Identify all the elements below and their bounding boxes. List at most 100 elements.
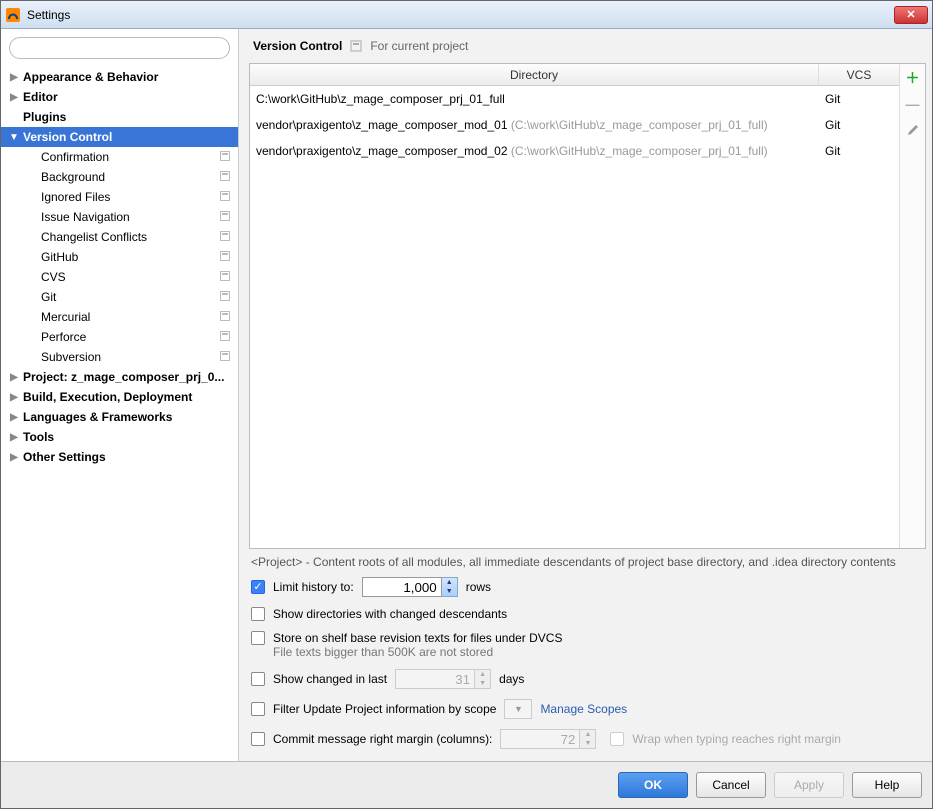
search-input[interactable] <box>9 37 230 59</box>
tree-item-label: Version Control <box>23 130 112 144</box>
tree-item[interactable]: CVS <box>1 267 238 287</box>
tree-item-label: CVS <box>41 270 66 284</box>
tree-item[interactable]: GitHub <box>1 247 238 267</box>
edit-icon[interactable] <box>905 122 921 138</box>
titlebar: Settings ✕ <box>1 1 932 29</box>
tree-item-label: GitHub <box>41 250 78 264</box>
tree-item[interactable]: Perforce <box>1 327 238 347</box>
store-shelf-subnote: File texts bigger than 500K are not stor… <box>273 645 924 659</box>
show-changed-label-pre: Show changed in last <box>273 672 387 686</box>
chevron-icon: ▶ <box>9 92 19 103</box>
scope-icon <box>350 40 362 52</box>
tree-item[interactable]: Background <box>1 167 238 187</box>
vcs-table: Directory VCS C:\work\GitHub\z_mage_comp… <box>249 63 926 549</box>
store-shelf-label: Store on shelf base revision texts for f… <box>273 631 562 645</box>
tree-item[interactable]: ▶Editor <box>1 87 238 107</box>
limit-history-checkbox[interactable] <box>251 580 265 594</box>
app-icon <box>5 7 21 23</box>
cell-vcs: Git <box>819 118 899 132</box>
tree-item-label: Changelist Conflicts <box>41 230 147 244</box>
tree-item-label: Perforce <box>41 330 86 344</box>
show-changed-checkbox[interactable] <box>251 672 265 686</box>
scope-mini-icon <box>220 151 230 164</box>
table-row[interactable]: vendor\praxigento\z_mage_composer_mod_01… <box>250 112 899 138</box>
show-changed-spinner: ▲▼ <box>475 669 491 689</box>
scope-mini-icon <box>220 311 230 324</box>
filter-scope-checkbox[interactable] <box>251 702 265 716</box>
tree-item-label: Project: z_mage_composer_prj_0... <box>23 370 224 384</box>
tree-item-label: Other Settings <box>23 450 106 464</box>
tree-item[interactable]: Issue Navigation <box>1 207 238 227</box>
scope-dropdown: ▼ <box>504 699 532 719</box>
tree-item-label: Subversion <box>41 350 101 364</box>
tree-item[interactable]: ▶Project: z_mage_composer_prj_0... <box>1 367 238 387</box>
tree-item[interactable]: Confirmation <box>1 147 238 167</box>
chevron-icon: ▶ <box>9 452 19 463</box>
help-button[interactable]: Help <box>852 772 922 798</box>
scope-mini-icon <box>220 211 230 224</box>
settings-tree: ▶Appearance & Behavior▶Editor Plugins ▼ Ver… <box>1 67 238 761</box>
remove-icon[interactable]: — <box>905 96 921 112</box>
tree-item-label: Background <box>41 170 105 184</box>
show-changed-input <box>395 669 475 689</box>
chevron-icon: ▶ <box>9 412 19 423</box>
limit-history-label-post: rows <box>466 580 491 594</box>
wrap-label: Wrap when typing reaches right margin <box>632 732 841 746</box>
commit-margin-label: Commit message right margin (columns): <box>273 732 492 746</box>
tree-item-label: Git <box>41 290 56 304</box>
ok-button[interactable]: OK <box>618 772 688 798</box>
scope-mini-icon <box>220 231 230 244</box>
commit-margin-checkbox[interactable] <box>251 732 265 746</box>
tree-item[interactable]: ▶Tools <box>1 427 238 447</box>
project-note: <Project> - Content roots of all modules… <box>249 549 926 577</box>
tree-item[interactable]: ▶ Languages & Frameworks <box>1 407 238 427</box>
scope-mini-icon <box>220 191 230 204</box>
limit-history-spinner[interactable]: ▲▼ <box>442 577 458 597</box>
table-row[interactable]: C:\work\GitHub\z_mage_composer_prj_01_fu… <box>250 86 899 112</box>
cell-vcs: Git <box>819 92 899 106</box>
store-shelf-checkbox[interactable] <box>251 631 265 645</box>
tree-item-label: Confirmation <box>41 150 109 164</box>
manage-scopes-link[interactable]: Manage Scopes <box>540 702 627 716</box>
close-button[interactable]: ✕ <box>894 6 928 24</box>
dialog-footer: OK Cancel Apply Help <box>1 761 932 808</box>
tree-item[interactable]: Ignored Files <box>1 187 238 207</box>
commit-margin-spinner: ▲▼ <box>580 729 596 749</box>
tree-item[interactable]: Mercurial <box>1 307 238 327</box>
tree-item-label: Issue Navigation <box>41 210 130 224</box>
chevron-icon: ▼ <box>9 132 19 143</box>
col-directory[interactable]: Directory <box>250 64 819 85</box>
col-vcs[interactable]: VCS <box>819 64 899 85</box>
chevron-icon: ▶ <box>9 392 19 403</box>
tree-item-label: Build, Execution, Deployment <box>23 390 192 404</box>
show-dirs-checkbox[interactable] <box>251 607 265 621</box>
tree-item[interactable]: ▶Appearance & Behavior <box>1 67 238 87</box>
cell-vcs: Git <box>819 144 899 158</box>
tree-item[interactable]: Git <box>1 287 238 307</box>
commit-margin-input <box>500 729 580 749</box>
filter-scope-label: Filter Update Project information by sco… <box>273 702 496 716</box>
limit-history-input[interactable] <box>362 577 442 597</box>
tree-item-label: Mercurial <box>41 310 90 324</box>
chevron-icon: ▶ <box>9 432 19 443</box>
limit-history-label-pre: Limit history to: <box>273 580 354 594</box>
show-changed-label-post: days <box>499 672 524 686</box>
tree-item-label: Plugins <box>23 110 66 124</box>
tree-item[interactable]: ▶ Other Settings <box>1 447 238 467</box>
page-title: Version Control <box>253 39 342 53</box>
scope-mini-icon <box>220 271 230 284</box>
tree-item[interactable]: Plugins <box>1 107 238 127</box>
cell-directory: C:\work\GitHub\z_mage_composer_prj_01_fu… <box>256 92 819 106</box>
tree-item[interactable]: Subversion <box>1 347 238 367</box>
cancel-button[interactable]: Cancel <box>696 772 766 798</box>
tree-item-label: Languages & Frameworks <box>23 410 172 424</box>
table-row[interactable]: vendor\praxigento\z_mage_composer_mod_02… <box>250 138 899 164</box>
tree-item[interactable]: ▼ Version Control <box>1 127 238 147</box>
tree-item[interactable]: Changelist Conflicts <box>1 227 238 247</box>
tree-item-label: Ignored Files <box>41 190 110 204</box>
tree-item[interactable]: ▶ Build, Execution, Deployment <box>1 387 238 407</box>
scope-mini-icon <box>220 251 230 264</box>
scope-label: For current project <box>370 39 468 53</box>
apply-button[interactable]: Apply <box>774 772 844 798</box>
add-icon[interactable]: ＋ <box>905 70 921 86</box>
